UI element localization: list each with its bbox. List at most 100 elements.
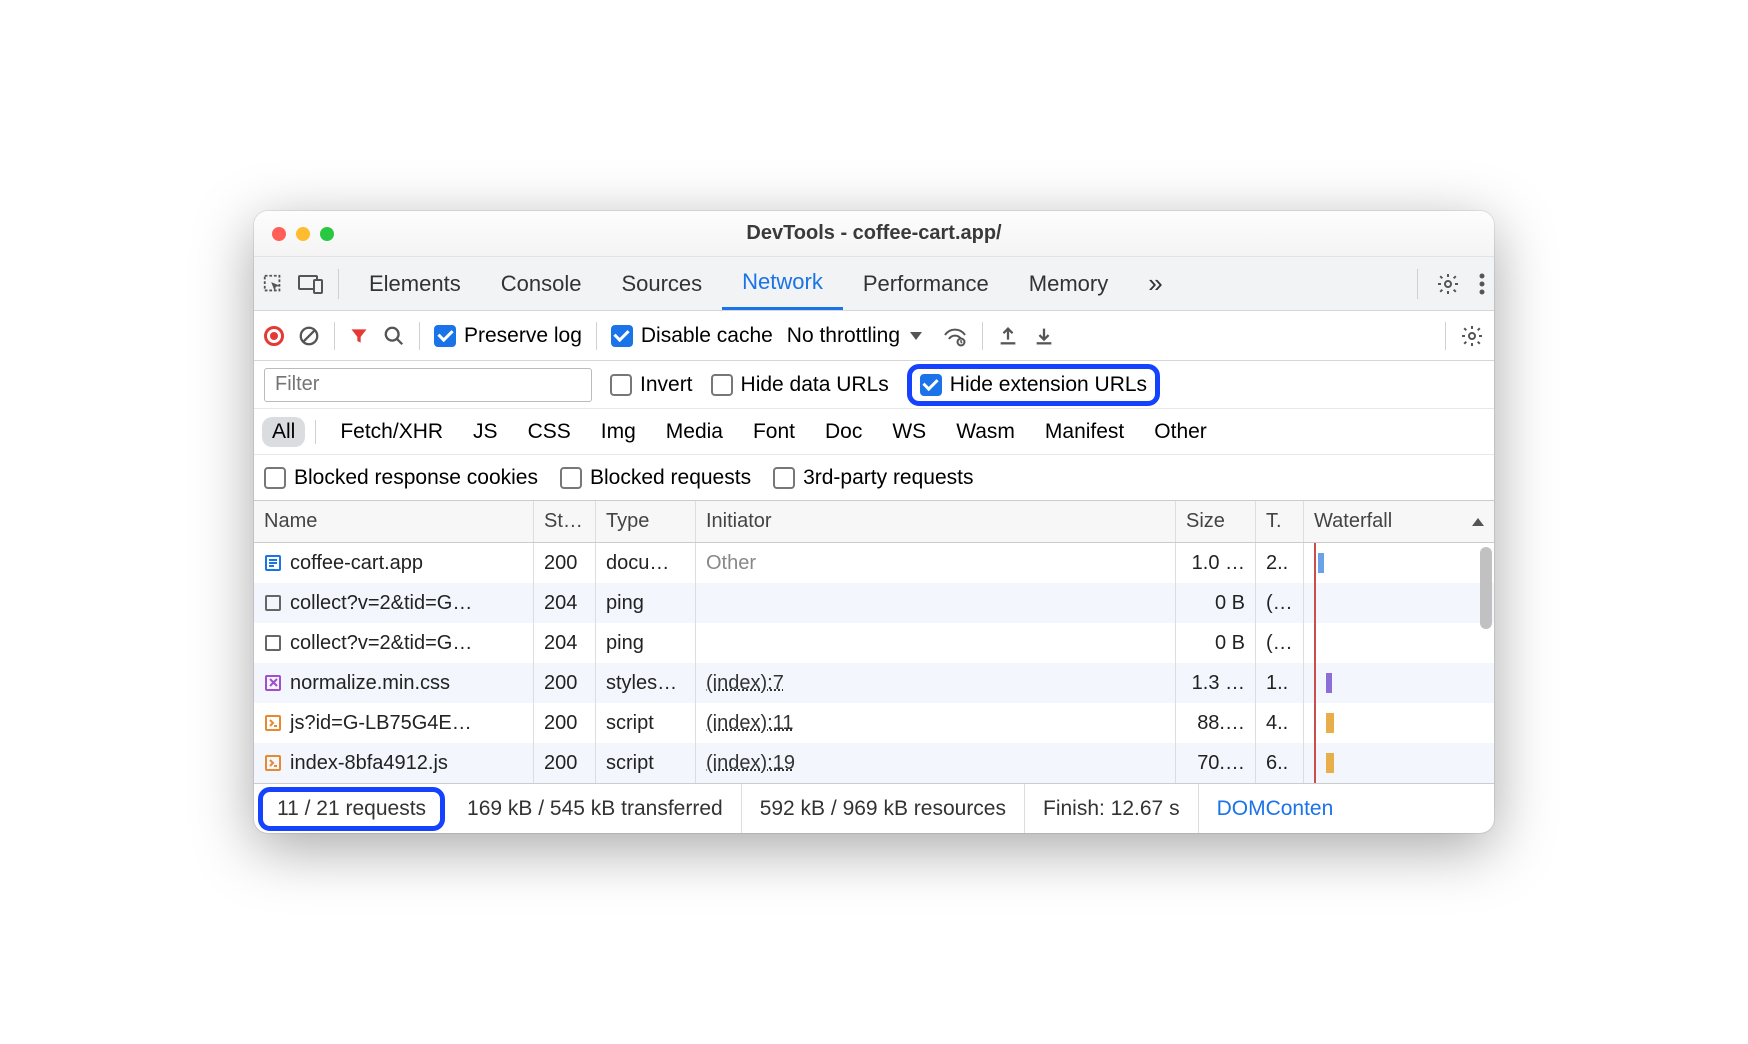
close-window-button[interactable] — [272, 227, 286, 241]
status-domcontent[interactable]: DOMConten — [1199, 784, 1352, 833]
window-title: DevTools - coffee-cart.app/ — [746, 222, 1001, 245]
maximize-window-button[interactable] — [320, 227, 334, 241]
request-type: docu… — [596, 543, 696, 583]
network-settings-icon[interactable] — [1460, 324, 1484, 348]
inspect-icon[interactable] — [262, 273, 284, 295]
export-har-icon[interactable] — [1033, 325, 1055, 347]
type-filter-media[interactable]: Media — [656, 417, 733, 447]
col-size[interactable]: Size — [1176, 501, 1256, 542]
request-initiator — [696, 583, 1176, 623]
request-size: 70.… — [1176, 743, 1256, 783]
request-type: script — [596, 703, 696, 743]
request-name: js?id=G-LB75G4E… — [290, 712, 472, 735]
request-size: 1.0 … — [1176, 543, 1256, 583]
import-har-icon[interactable] — [997, 325, 1019, 347]
type-filter-css[interactable]: CSS — [518, 417, 581, 447]
checkbox-icon — [920, 374, 942, 396]
blocked-requests-checkbox[interactable]: Blocked requests — [560, 466, 751, 490]
initiator-link[interactable]: (index):19 — [706, 752, 795, 775]
titlebar: DevTools - coffee-cart.app/ — [254, 211, 1494, 257]
file-type-icon — [264, 554, 282, 572]
minimize-window-button[interactable] — [296, 227, 310, 241]
request-initiator: (index):19 — [696, 743, 1176, 783]
tab-sources[interactable]: Sources — [601, 257, 722, 310]
tab-elements[interactable]: Elements — [349, 257, 481, 310]
filter-bar: Invert Hide data URLs Hide extension URL… — [254, 361, 1494, 409]
more-icon[interactable] — [1478, 272, 1486, 296]
request-type: script — [596, 743, 696, 783]
network-conditions-icon[interactable] — [942, 325, 968, 347]
type-filter-fetch[interactable]: Fetch/XHR — [330, 417, 453, 447]
table-row[interactable]: js?id=G-LB75G4E… 200 script (index):11 8… — [254, 703, 1494, 743]
third-party-checkbox[interactable]: 3rd-party requests — [773, 466, 973, 490]
settings-icon[interactable] — [1436, 272, 1460, 296]
table-row[interactable]: coffee-cart.app 200 docu… Other 1.0 … 2.… — [254, 543, 1494, 583]
request-status: 204 — [534, 623, 596, 663]
request-initiator — [696, 623, 1176, 663]
request-name: normalize.min.css — [290, 672, 450, 695]
request-size: 88.… — [1176, 703, 1256, 743]
request-size: 0 B — [1176, 583, 1256, 623]
search-icon[interactable] — [383, 325, 405, 347]
checkbox-icon — [560, 467, 582, 489]
col-waterfall[interactable]: Waterfall — [1304, 501, 1494, 542]
col-status[interactable]: St… — [534, 501, 596, 542]
type-filter-manifest[interactable]: Manifest — [1035, 417, 1134, 447]
tab-memory[interactable]: Memory — [1009, 257, 1128, 310]
filter-icon[interactable] — [349, 326, 369, 346]
request-initiator: Other — [696, 543, 1176, 583]
table-row[interactable]: collect?v=2&tid=G… 204 ping 0 B (… — [254, 623, 1494, 663]
file-type-icon — [264, 714, 282, 732]
request-waterfall — [1304, 663, 1494, 703]
tab-console[interactable]: Console — [481, 257, 602, 310]
clear-icon[interactable] — [298, 325, 320, 347]
request-status: 200 — [534, 543, 596, 583]
request-waterfall — [1304, 583, 1494, 623]
record-button[interactable] — [264, 326, 284, 346]
device-toolbar-icon[interactable] — [298, 273, 324, 295]
col-type[interactable]: Type — [596, 501, 696, 542]
checkbox-icon — [773, 467, 795, 489]
filter-input[interactable] — [264, 368, 592, 402]
requests-table-body: coffee-cart.app 200 docu… Other 1.0 … 2.… — [254, 543, 1494, 783]
status-transferred: 169 kB / 545 kB transferred — [449, 784, 742, 833]
status-finish: Finish: 12.67 s — [1025, 784, 1199, 833]
preserve-log-checkbox[interactable]: Preserve log — [434, 324, 582, 348]
throttling-select[interactable]: No throttling — [787, 324, 928, 348]
col-name[interactable]: Name — [254, 501, 534, 542]
type-filter-ws[interactable]: WS — [882, 417, 936, 447]
col-initiator[interactable]: Initiator — [696, 501, 1176, 542]
request-waterfall — [1304, 743, 1494, 783]
type-filter-wasm[interactable]: Wasm — [946, 417, 1025, 447]
request-waterfall — [1304, 623, 1494, 663]
status-requests: 11 / 21 requests — [271, 796, 432, 822]
type-filter-img[interactable]: Img — [591, 417, 646, 447]
type-filter-other[interactable]: Other — [1144, 417, 1217, 447]
table-row[interactable]: normalize.min.css 200 styles… (index):7 … — [254, 663, 1494, 703]
type-filter-doc[interactable]: Doc — [815, 417, 872, 447]
request-initiator: (index):7 — [696, 663, 1176, 703]
type-filter-js[interactable]: JS — [463, 417, 508, 447]
sort-asc-icon — [1472, 518, 1484, 526]
request-type: ping — [596, 583, 696, 623]
blocked-cookies-checkbox[interactable]: Blocked response cookies — [264, 466, 538, 490]
table-row[interactable]: collect?v=2&tid=G… 204 ping 0 B (… — [254, 583, 1494, 623]
status-resources: 592 kB / 969 kB resources — [742, 784, 1025, 833]
hide-extension-urls-highlight: Hide extension URLs — [907, 364, 1160, 406]
checkbox-icon — [264, 467, 286, 489]
tabs-overflow[interactable]: » — [1128, 257, 1182, 310]
requests-table-header: Name St… Type Initiator Size T. Waterfal… — [254, 501, 1494, 543]
hide-data-urls-checkbox[interactable]: Hide data URLs — [711, 373, 889, 397]
hide-extension-urls-checkbox[interactable]: Hide extension URLs — [920, 373, 1147, 397]
initiator-link[interactable]: (index):7 — [706, 672, 784, 695]
initiator-link[interactable]: (index):11 — [706, 712, 793, 735]
col-time[interactable]: T. — [1256, 501, 1304, 542]
type-filter-all[interactable]: All — [262, 417, 305, 447]
tab-network[interactable]: Network — [722, 257, 843, 310]
invert-checkbox[interactable]: Invert — [610, 373, 693, 397]
disable-cache-checkbox[interactable]: Disable cache — [611, 324, 773, 348]
tab-performance[interactable]: Performance — [843, 257, 1009, 310]
checkbox-icon — [434, 325, 456, 347]
table-row[interactable]: index-8bfa4912.js 200 script (index):19 … — [254, 743, 1494, 783]
type-filter-font[interactable]: Font — [743, 417, 805, 447]
